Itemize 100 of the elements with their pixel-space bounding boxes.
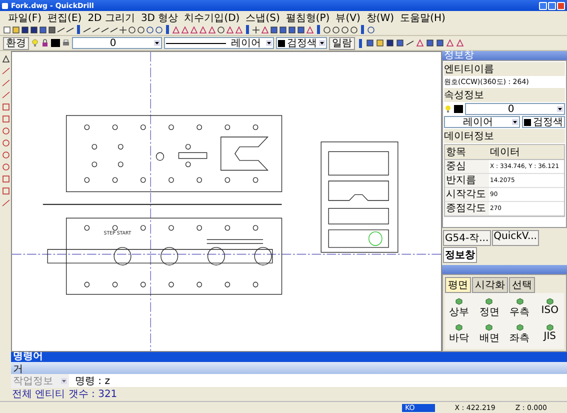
cube-icon xyxy=(516,323,524,331)
square-icon[interactable] xyxy=(436,39,444,47)
line-icon[interactable] xyxy=(110,26,118,34)
circle-icon[interactable] xyxy=(137,26,145,34)
circle-icon[interactable] xyxy=(323,26,331,34)
minimize-button[interactable] xyxy=(539,2,547,10)
line-icon[interactable] xyxy=(92,26,100,34)
color-swatch[interactable] xyxy=(51,39,60,47)
line-icon[interactable] xyxy=(66,26,74,34)
view-tab[interactable]: 평면 xyxy=(445,277,471,293)
view-button[interactable]: 정면 xyxy=(475,296,504,320)
linetype-dropdown[interactable]: 레이어 xyxy=(444,116,520,128)
layer-dropdown[interactable]: 0 xyxy=(72,37,162,49)
menu-item[interactable]: 파일(F) xyxy=(8,10,42,24)
square-icon[interactable] xyxy=(270,26,278,34)
menu-item[interactable]: 창(W) xyxy=(366,10,394,24)
circle-icon[interactable] xyxy=(341,26,349,34)
view-button[interactable]: 배면 xyxy=(475,322,504,346)
command-title: 명령어 xyxy=(13,352,43,362)
cube-icon xyxy=(516,297,524,305)
view-button[interactable]: 우측 xyxy=(506,296,534,320)
section-label: 엔티티이름 xyxy=(444,62,565,76)
cube-icon xyxy=(546,297,554,305)
tri-icon[interactable] xyxy=(2,55,10,63)
circle-icon[interactable] xyxy=(2,127,10,135)
menu-item[interactable]: 편집(E) xyxy=(48,10,82,24)
environment-button[interactable]: 환경 xyxy=(3,36,29,50)
square-icon[interactable] xyxy=(2,175,10,183)
panel-tab[interactable]: G54-작... xyxy=(443,230,491,246)
bulb-icon[interactable] xyxy=(31,39,39,47)
line-icon[interactable] xyxy=(2,79,10,87)
menu-item[interactable]: 펼침형(P) xyxy=(286,10,330,24)
square-icon[interactable] xyxy=(2,187,10,195)
circle-icon[interactable] xyxy=(2,151,10,159)
line-icon[interactable] xyxy=(57,26,65,34)
color-dropdown[interactable]: 검정색 xyxy=(522,116,565,128)
tri-icon[interactable] xyxy=(416,39,424,47)
menu-item[interactable]: 뷰(V) xyxy=(336,10,360,24)
menu-item[interactable]: 3D 형상 xyxy=(140,10,178,24)
menu-item[interactable]: 2D 그리기 xyxy=(88,10,135,24)
caret-icon xyxy=(266,40,272,46)
circle-icon[interactable] xyxy=(332,26,340,34)
line-icon[interactable] xyxy=(2,91,10,99)
tri-icon[interactable] xyxy=(261,26,269,34)
square-icon[interactable] xyxy=(2,115,10,123)
view-button[interactable]: 좌측 xyxy=(506,322,534,346)
square-icon[interactable] xyxy=(279,26,287,34)
section-label: 데이터정보 xyxy=(444,129,565,143)
page-icon[interactable] xyxy=(3,26,11,34)
linetype-dropdown[interactable]: 레이어 xyxy=(164,37,274,49)
color-swatch[interactable] xyxy=(454,105,463,113)
view-button[interactable]: ISO xyxy=(536,296,564,320)
color-dropdown[interactable]: 검정색 xyxy=(276,37,327,49)
square-icon[interactable] xyxy=(2,103,10,111)
line-icon[interactable] xyxy=(2,67,10,75)
column-header: 항목 xyxy=(445,145,489,160)
menu-item[interactable]: 스냅(S) xyxy=(246,10,280,24)
view-tab[interactable]: 선택 xyxy=(509,277,535,293)
circle-icon[interactable] xyxy=(217,26,225,34)
square-icon[interactable] xyxy=(297,26,305,34)
cube-icon xyxy=(485,323,494,331)
layer-dropdown[interactable]: 0 xyxy=(465,103,565,115)
cube-icon xyxy=(455,323,464,331)
caret-icon xyxy=(557,106,563,112)
lock-icon[interactable] xyxy=(41,39,49,47)
square-icon[interactable] xyxy=(396,39,404,47)
panel-tab[interactable]: 정보창 xyxy=(443,247,477,263)
line-icon[interactable] xyxy=(2,199,10,207)
square-icon[interactable] xyxy=(288,26,296,34)
line-icon[interactable] xyxy=(406,39,414,47)
circle-icon[interactable] xyxy=(2,163,10,171)
list-button[interactable]: 일람 xyxy=(329,36,355,50)
command-output: 전체 엔티티 갯수 : 321 xyxy=(11,388,118,401)
view-button[interactable]: JIS xyxy=(536,322,564,346)
circle-icon[interactable] xyxy=(350,26,358,34)
view-button[interactable]: 상부 xyxy=(445,296,474,320)
square-icon[interactable] xyxy=(426,39,434,47)
line-icon[interactable] xyxy=(83,26,91,34)
square-icon[interactable] xyxy=(39,26,47,34)
maximize-button[interactable] xyxy=(548,2,556,10)
table-cell: 종점각도 xyxy=(445,202,489,216)
view-tab[interactable]: 시각화 xyxy=(472,277,508,293)
tri-icon[interactable] xyxy=(306,26,314,34)
circle-icon[interactable] xyxy=(128,26,136,34)
cross-icon[interactable] xyxy=(119,26,127,34)
command-prompt[interactable]: 명령 : z xyxy=(75,374,110,388)
menu-item[interactable]: 치수기입(D) xyxy=(184,10,240,24)
line-icon[interactable] xyxy=(101,26,109,34)
circle-icon[interactable] xyxy=(2,139,10,147)
close-button[interactable] xyxy=(557,2,565,10)
caret-icon xyxy=(154,40,160,46)
column-header: 데이터 xyxy=(489,145,564,160)
cross-icon[interactable] xyxy=(252,26,260,34)
caret-icon xyxy=(61,378,67,384)
square-icon[interactable] xyxy=(366,39,374,47)
menu-item[interactable]: 도움말(H) xyxy=(400,10,446,24)
view-button[interactable]: 바닥 xyxy=(445,322,474,346)
bulb-icon[interactable] xyxy=(444,105,452,113)
panel-tab[interactable]: QuickV... xyxy=(492,230,539,246)
caret-icon xyxy=(319,40,325,46)
